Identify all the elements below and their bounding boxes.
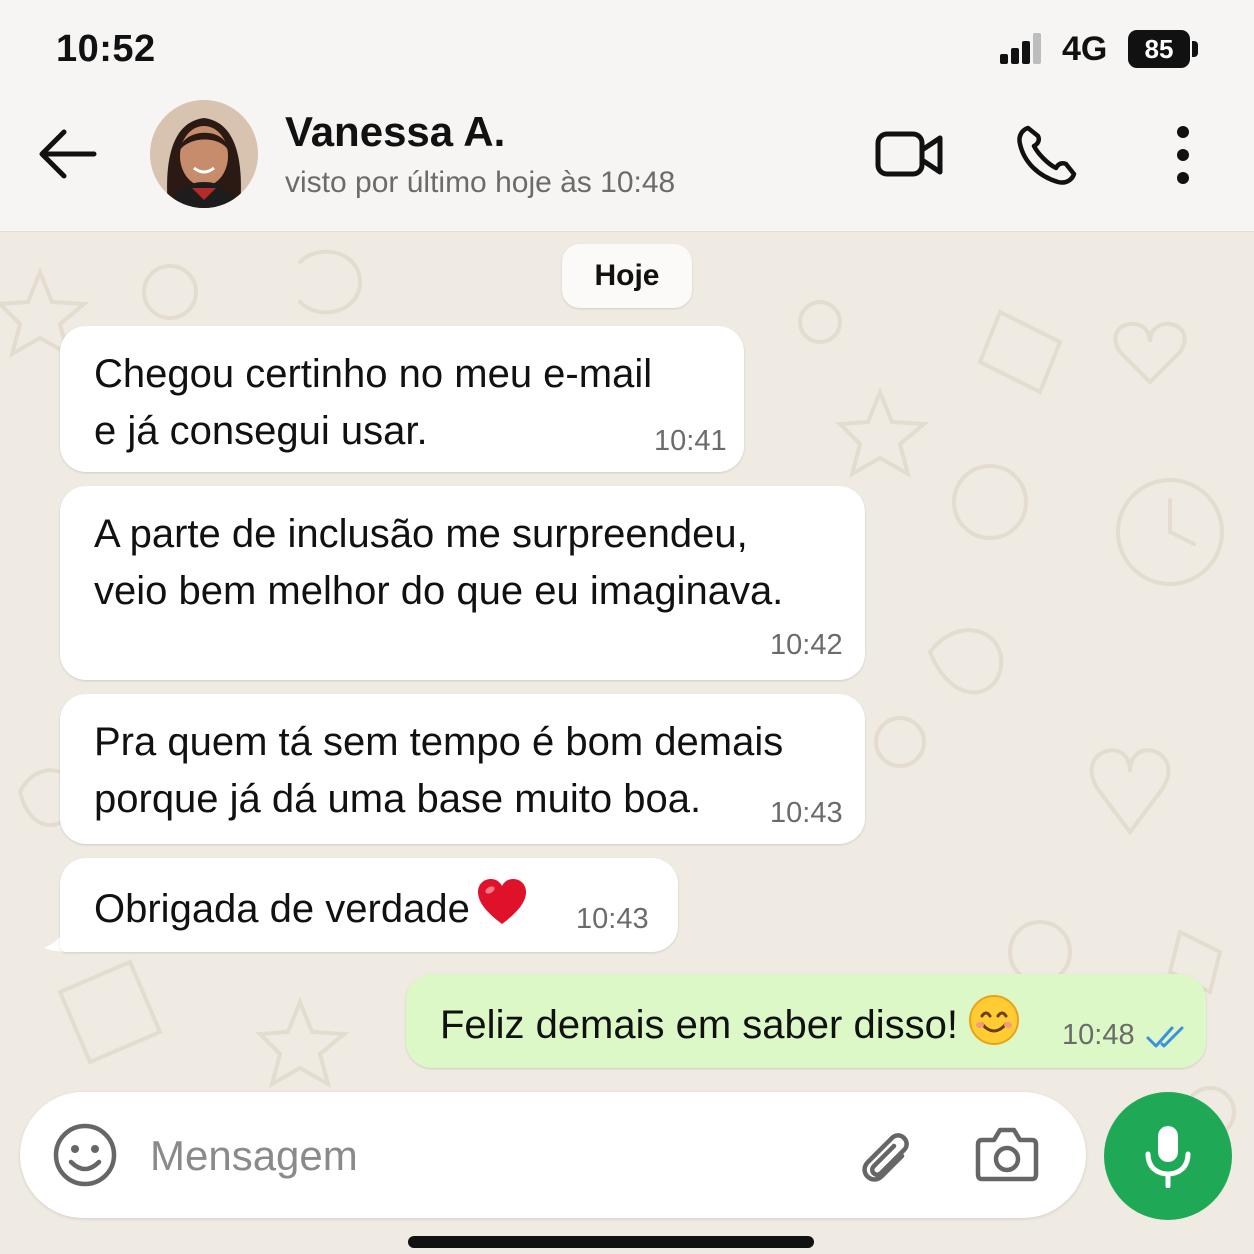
message-outgoing[interactable]: Feliz demais em saber disso! 10:48 xyxy=(406,974,1206,1068)
signal-icon xyxy=(1000,33,1041,64)
mic-button[interactable] xyxy=(1104,1092,1232,1220)
message-time: 10:43 xyxy=(576,903,649,935)
message-time: 10:42 xyxy=(770,629,843,661)
message-incoming[interactable]: Pra quem tá sem tempo é bom demais porqu… xyxy=(60,694,865,844)
home-indicator xyxy=(408,1236,814,1248)
phone-icon[interactable] xyxy=(1012,122,1082,188)
message-time: 10:41 xyxy=(654,425,727,457)
more-vertical-icon[interactable] xyxy=(1148,122,1218,188)
message-text: Feliz demais em saber disso! xyxy=(440,1003,958,1047)
red-heart-emoji xyxy=(477,879,526,924)
message-text: Chegou certinho no meu e-mail e já conse… xyxy=(94,352,653,453)
read-receipt-icon xyxy=(1146,1026,1184,1048)
date-separator: Hoje xyxy=(562,244,692,308)
avatar[interactable] xyxy=(150,100,258,208)
avatar-photo xyxy=(150,100,258,208)
message-text: A parte de inclusão me surpreendeu, veio… xyxy=(94,512,784,613)
message-incoming[interactable]: Obrigada de verdade 10:43 xyxy=(60,858,678,952)
mic-icon xyxy=(1145,1126,1191,1188)
last-seen-status: visto por último hoje às 10:48 xyxy=(285,166,676,199)
smiling-face-emoji xyxy=(968,995,1019,1045)
message-time: 10:48 xyxy=(1062,1019,1135,1051)
top-bar: 10:52 4G 85 Vanessa A. visto por último … xyxy=(0,0,1254,232)
battery-level: 85 xyxy=(1128,30,1190,68)
camera-icon[interactable] xyxy=(974,1124,1040,1184)
message-text: Pra quem tá sem tempo é bom demais porqu… xyxy=(94,720,784,821)
emoji-icon[interactable] xyxy=(52,1122,118,1188)
back-arrow-icon[interactable] xyxy=(36,122,100,186)
network-type: 4G xyxy=(1062,30,1108,68)
attach-icon[interactable] xyxy=(856,1124,918,1186)
message-text: Obrigada de verdade xyxy=(94,887,470,931)
video-call-icon[interactable] xyxy=(874,122,944,188)
contact-name[interactable]: Vanessa A. xyxy=(285,108,505,156)
message-time: 10:43 xyxy=(770,797,843,829)
message-input[interactable] xyxy=(150,1122,810,1190)
battery-tip xyxy=(1192,41,1198,57)
status-time: 10:52 xyxy=(56,28,156,70)
message-incoming[interactable]: A parte de inclusão me surpreendeu, veio… xyxy=(60,486,865,680)
message-incoming[interactable]: Chegou certinho no meu e-mail e já conse… xyxy=(60,326,744,472)
